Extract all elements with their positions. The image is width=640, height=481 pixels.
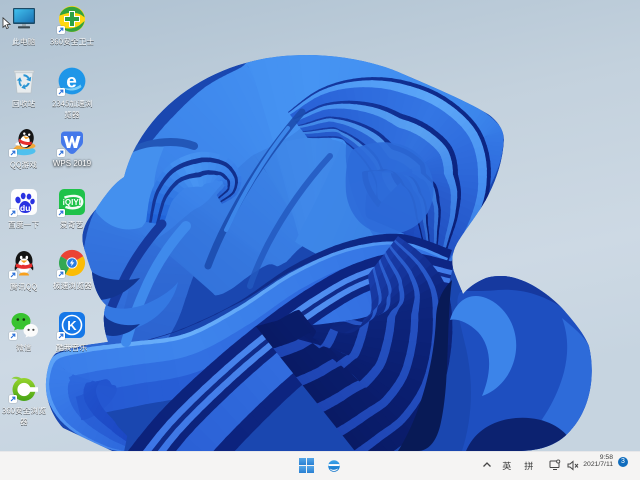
svg-text:K: K [67,318,77,333]
svg-text:iQIYI: iQIYI [63,198,81,207]
svg-text:du: du [20,203,30,213]
svg-text:e: e [66,72,77,93]
